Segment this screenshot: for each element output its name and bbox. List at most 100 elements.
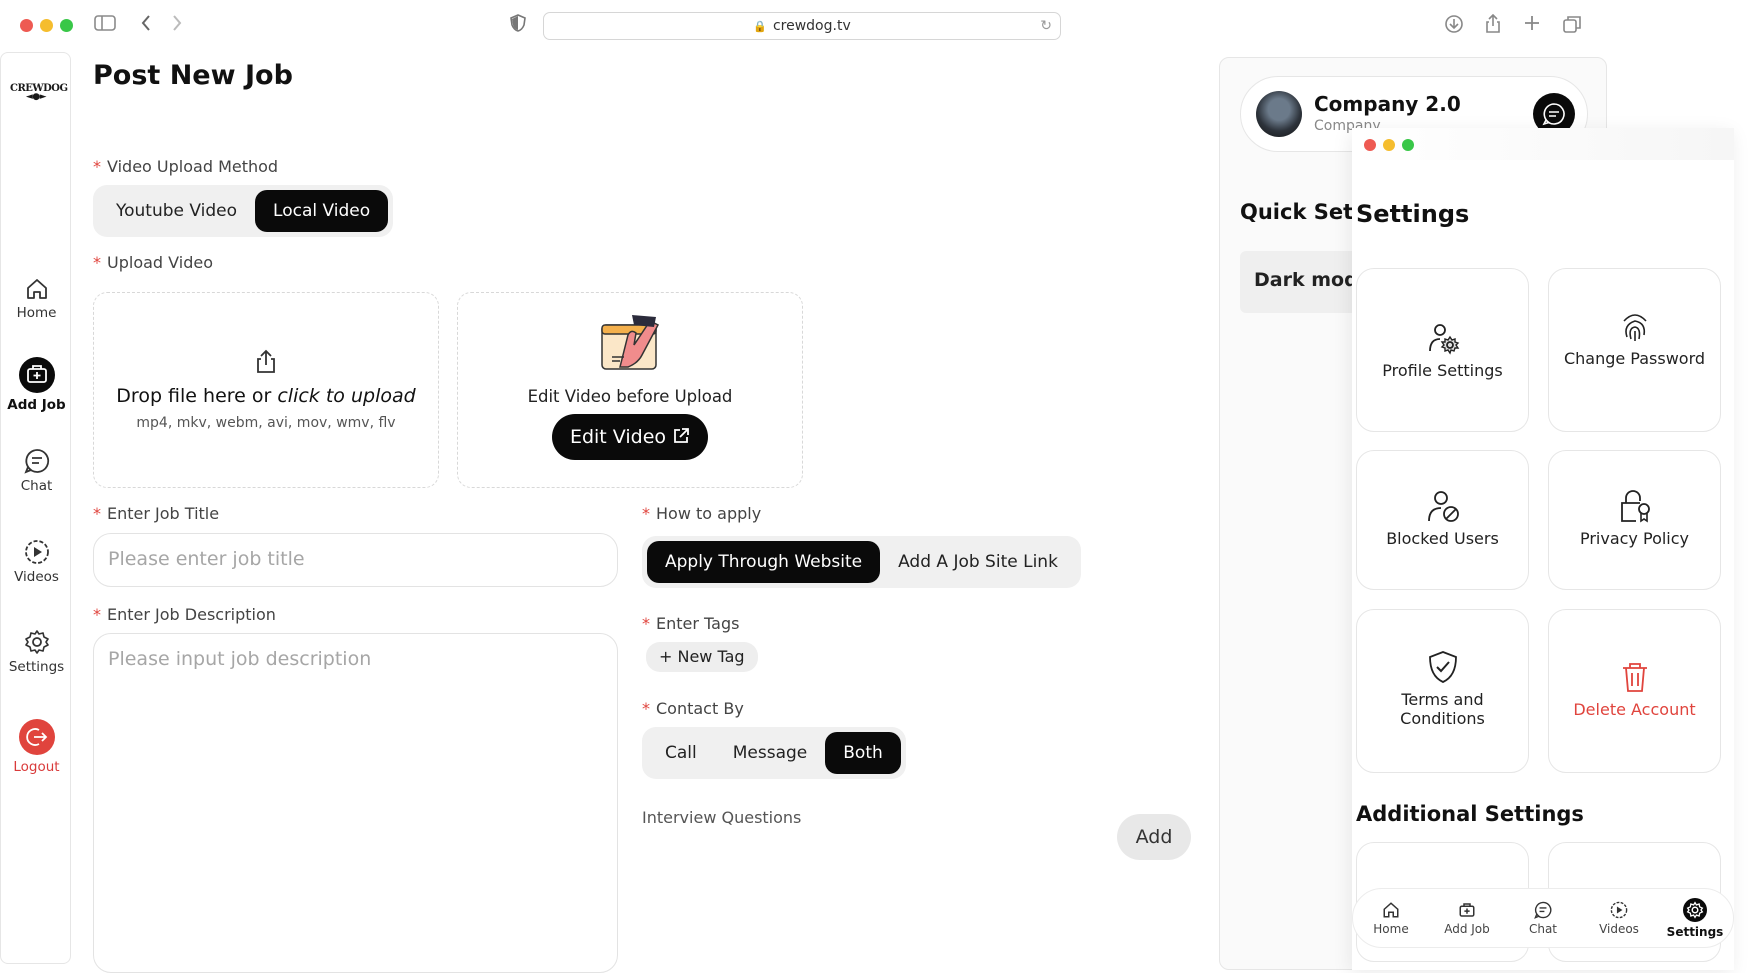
job-description-textarea[interactable]: Please input job description bbox=[93, 633, 618, 973]
job-title-input[interactable]: Please enter job title bbox=[93, 533, 618, 587]
user-blocked-icon bbox=[1427, 491, 1459, 522]
apply-through-website-option[interactable]: Apply Through Website bbox=[647, 541, 881, 583]
profile-settings-label: Profile Settings bbox=[1382, 361, 1503, 380]
gear-icon bbox=[24, 630, 49, 654]
play-circle-icon bbox=[24, 540, 49, 564]
overlay-minimize-button[interactable] bbox=[1383, 139, 1395, 151]
edit-video-button[interactable]: Edit Video bbox=[551, 414, 709, 460]
privacy-policy-label: Privacy Policy bbox=[1579, 529, 1690, 548]
download-icon[interactable] bbox=[1444, 14, 1464, 40]
sidebar-item-label: Logout bbox=[13, 759, 60, 775]
sidebar-item-settings[interactable]: Settings bbox=[1, 629, 72, 675]
contact-by-toggle: Call Message Both bbox=[642, 727, 906, 779]
job-title-label: * Enter Job Title bbox=[93, 504, 220, 523]
overlay-maximize-button[interactable] bbox=[1402, 139, 1414, 151]
interview-questions-label: Interview Questions bbox=[642, 808, 802, 827]
sidebar-item-label: Settings bbox=[8, 659, 65, 675]
new-tag-button[interactable]: + New Tag bbox=[646, 642, 758, 672]
sidebar-item-label: Add Job bbox=[7, 397, 66, 413]
lock-icon: 🔒 bbox=[753, 20, 767, 33]
blocked-users-card[interactable]: Blocked Users bbox=[1356, 450, 1529, 590]
upload-video-label: * Upload Video bbox=[93, 253, 213, 272]
crewdog-logo[interactable]: CREWDOG ◄●► bbox=[10, 83, 68, 102]
edit-video-illustration-icon bbox=[601, 315, 660, 370]
change-password-card[interactable]: Change Password bbox=[1548, 268, 1721, 432]
quick-settings-title: Quick Setti bbox=[1240, 200, 1371, 224]
tab-overview-icon[interactable] bbox=[1562, 14, 1582, 40]
terms-and-conditions-card[interactable]: Terms and Conditions bbox=[1356, 609, 1529, 773]
page-title: Post New Job bbox=[93, 60, 293, 91]
bottom-nav-settings[interactable]: Settings bbox=[1665, 897, 1725, 939]
privacy-policy-card[interactable]: Privacy Policy bbox=[1548, 450, 1721, 590]
home-icon bbox=[1383, 901, 1399, 917]
video-dropzone[interactable]: Drop file here or click to upload mp4, m… bbox=[93, 292, 439, 488]
minimize-window-button[interactable] bbox=[40, 19, 53, 32]
bottom-nav-add-job[interactable]: Add Job bbox=[1437, 901, 1497, 936]
share-icon[interactable] bbox=[1484, 13, 1502, 40]
tags-label: * Enter Tags bbox=[642, 614, 740, 633]
chat-icon bbox=[1534, 901, 1552, 919]
blocked-users-label: Blocked Users bbox=[1386, 529, 1499, 548]
logout-icon bbox=[18, 719, 55, 755]
edit-video-caption: Edit Video before Upload bbox=[527, 387, 733, 406]
reload-icon[interactable]: ↻ bbox=[1040, 13, 1052, 39]
add-question-button[interactable]: Add bbox=[1117, 814, 1191, 860]
how-to-apply-toggle: Apply Through Website Add A Job Site Lin… bbox=[642, 536, 1081, 588]
privacy-shield-icon[interactable] bbox=[510, 14, 526, 38]
gear-icon bbox=[1683, 897, 1707, 922]
trash-icon bbox=[1622, 663, 1647, 692]
click-to-upload-link[interactable]: click to upload bbox=[277, 385, 415, 407]
youtube-video-option[interactable]: Youtube Video bbox=[98, 190, 255, 232]
bottom-nav-home[interactable]: Home bbox=[1361, 901, 1421, 936]
play-circle-icon bbox=[1610, 901, 1628, 918]
add-job-site-link-option[interactable]: Add A Job Site Link bbox=[880, 541, 1076, 583]
sidebar: CREWDOG ◄●► Home Add Job Chat Videos Set… bbox=[0, 52, 71, 964]
sidebar-item-label: Home bbox=[16, 305, 57, 321]
contact-both-option[interactable]: Both bbox=[825, 732, 901, 774]
briefcase-plus-icon bbox=[18, 357, 55, 393]
user-gear-icon bbox=[1428, 324, 1459, 355]
sidebar-item-videos[interactable]: Videos bbox=[1, 539, 72, 585]
company-name: Company 2.0 bbox=[1314, 92, 1461, 116]
contact-by-label: * Contact By bbox=[642, 699, 744, 718]
bottom-nav-videos[interactable]: Videos bbox=[1589, 901, 1649, 936]
overlay-close-button[interactable] bbox=[1364, 139, 1376, 151]
change-password-label: Change Password bbox=[1563, 349, 1706, 368]
sidebar-item-home[interactable]: Home bbox=[1, 277, 72, 321]
settings-overlay-window: Settings Profile Settings Change Passwor… bbox=[1352, 128, 1734, 970]
sidebar-item-chat[interactable]: Chat bbox=[1, 448, 72, 494]
delete-account-card[interactable]: Delete Account bbox=[1548, 609, 1721, 773]
local-video-option[interactable]: Local Video bbox=[255, 190, 389, 232]
shield-check-icon bbox=[1428, 651, 1457, 683]
maximize-window-button[interactable] bbox=[60, 19, 73, 32]
back-arrow-icon[interactable] bbox=[140, 14, 152, 38]
new-tab-icon[interactable] bbox=[1523, 14, 1541, 38]
profile-settings-card[interactable]: Profile Settings bbox=[1356, 268, 1529, 432]
sidebar-toggle-icon[interactable] bbox=[94, 14, 116, 38]
briefcase-plus-icon bbox=[1459, 902, 1475, 917]
upload-icon bbox=[257, 349, 275, 373]
bottom-nav-chat[interactable]: Chat bbox=[1513, 901, 1573, 936]
video-method-toggle: Youtube Video Local Video bbox=[93, 185, 394, 237]
delete-account-label: Delete Account bbox=[1573, 700, 1696, 719]
accepted-formats: mp4, mkv, webm, avi, mov, wmv, flv bbox=[136, 415, 396, 431]
browser-toolbar: 🔒 crewdog.tv ↻ bbox=[0, 0, 1762, 50]
contact-message-option[interactable]: Message bbox=[715, 732, 826, 774]
forward-arrow-icon[interactable] bbox=[171, 14, 183, 38]
external-link-icon bbox=[674, 428, 689, 443]
overlay-titlebar bbox=[1352, 128, 1734, 160]
settings-title: Settings bbox=[1356, 200, 1470, 228]
dropzone-text: Drop file here or click to upload bbox=[116, 385, 416, 407]
address-bar[interactable]: 🔒 crewdog.tv ↻ bbox=[543, 12, 1061, 40]
sidebar-item-add-job[interactable]: Add Job bbox=[1, 357, 72, 413]
how-to-apply-label: * How to apply bbox=[642, 504, 762, 523]
edit-video-panel: Edit Video before Upload Edit Video bbox=[457, 292, 803, 488]
chat-icon bbox=[23, 449, 49, 474]
lock-badge-icon bbox=[1620, 490, 1650, 523]
sidebar-item-logout[interactable]: Logout bbox=[1, 719, 72, 775]
sidebar-item-label: Chat bbox=[20, 478, 53, 494]
sidebar-item-label: Videos bbox=[14, 569, 59, 585]
terms-label: Terms and Conditions bbox=[1400, 690, 1485, 728]
close-window-button[interactable] bbox=[20, 19, 33, 32]
contact-call-option[interactable]: Call bbox=[647, 732, 715, 774]
